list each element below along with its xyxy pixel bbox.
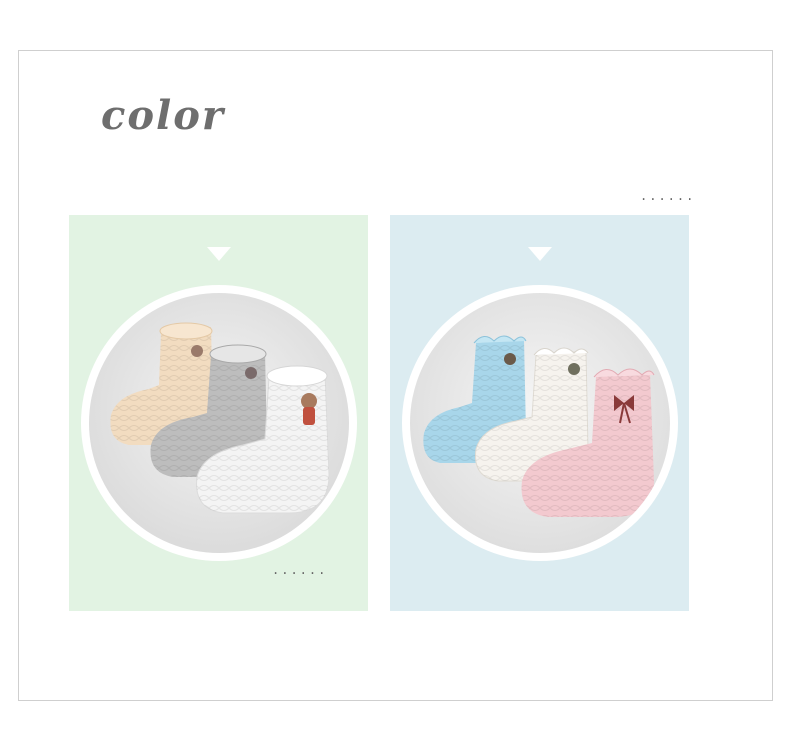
down-arrow-icon: [206, 247, 231, 261]
down-arrow-icon: [527, 247, 552, 261]
section-title: color: [101, 92, 225, 139]
color-option-panel-right: [390, 215, 689, 611]
socks-photo-beige-gray-white: [88, 293, 349, 553]
product-photo-circle: [84, 289, 353, 557]
product-photo-circle: [405, 289, 674, 557]
socks-photo-blue-white-pink: [409, 293, 670, 553]
color-option-panel-left: ......: [69, 215, 368, 611]
decorative-dots-top: ......: [640, 189, 696, 203]
decorative-dots-left: ......: [272, 563, 328, 577]
